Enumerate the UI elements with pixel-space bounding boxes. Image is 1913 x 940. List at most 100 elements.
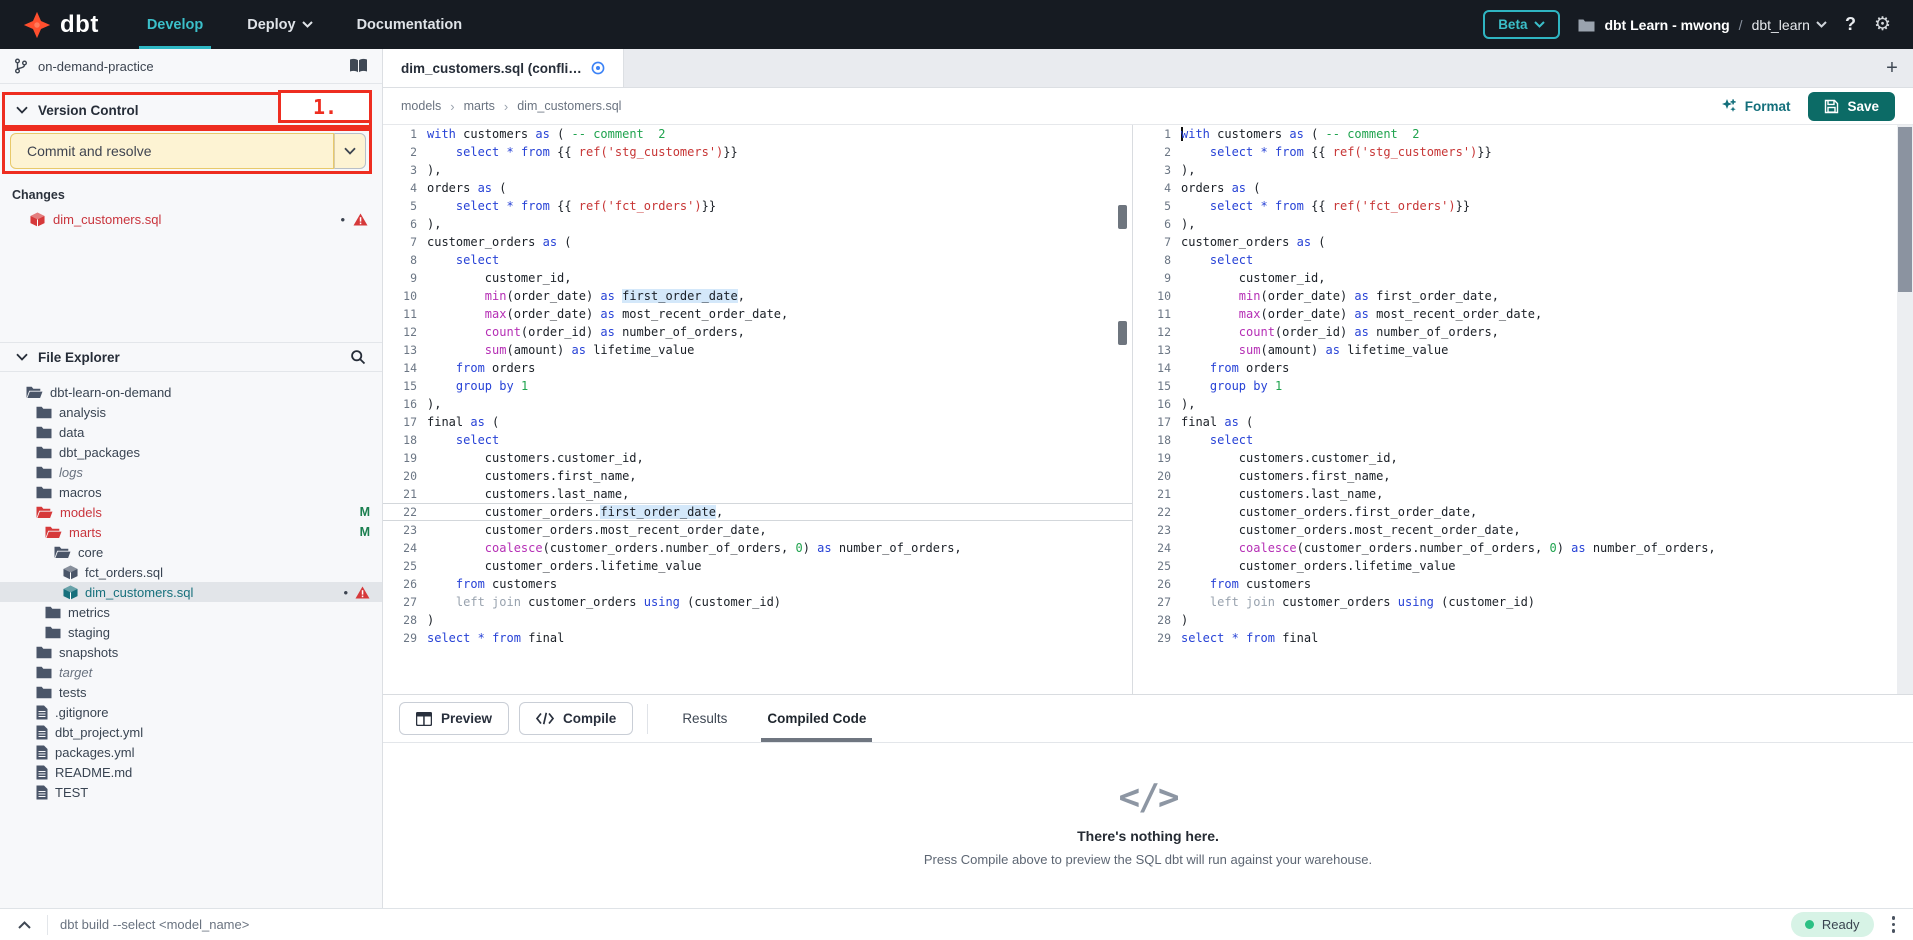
breadcrumb-item-models[interactable]: models [401,99,441,113]
commit-options-button[interactable] [334,133,366,169]
code-text: coalesce(customer_orders.number_of_order… [1181,541,1716,555]
tree-item-metrics[interactable]: metrics [0,602,382,622]
status-bar: dbt build --select <model_name> Ready [0,908,1913,940]
tree-item-analysis[interactable]: analysis [0,402,382,422]
editor-pane-right[interactable]: 1with customers as ( -- comment 22 selec… [1133,125,1896,694]
line-number: 10 [383,289,427,303]
beta-label: Beta [1498,17,1527,32]
line-number: 20 [1133,469,1181,483]
tree-item-dbt_packages[interactable]: dbt_packages [0,442,382,462]
tab-dim-customers[interactable]: dim_customers.sql (confli… [383,49,624,87]
tree-item-target[interactable]: target [0,662,382,682]
line-number: 1 [1133,127,1181,141]
tree-item-core[interactable]: core [0,542,382,562]
code-line: 14 from orders [1133,359,1896,377]
dbt-logo-icon [22,10,52,40]
kebab-menu-icon[interactable] [1886,916,1902,933]
tree-item-marts[interactable]: martsM [0,522,382,542]
status-badge: Ready [1791,912,1874,937]
tree-item-models[interactable]: modelsM [0,502,382,522]
save-floppy-icon [1824,99,1839,114]
line-number: 1 [383,127,427,141]
search-icon[interactable] [350,349,366,365]
code-text: group by 1 [427,379,528,393]
tree-item-README.md[interactable]: README.md [0,762,382,782]
left-pane-scroll-marker[interactable] [1118,321,1127,345]
command-input[interactable]: dbt build --select <model_name> [60,917,1791,932]
gear-icon[interactable]: ⚙ [1874,15,1891,34]
modified-badge: M [360,525,370,539]
tree-item-TEST[interactable]: TEST [0,782,382,802]
account-name[interactable]: dbt Learn - mwong [1604,17,1729,33]
nav-item-documentation[interactable]: Documentation [335,0,485,49]
code-text: customer_orders.most_recent_order_date, [1181,523,1521,537]
tree-item-logs[interactable]: logs [0,462,382,482]
breadcrumb-item-dim_customers.sql[interactable]: dim_customers.sql [517,99,621,113]
file-icon [36,785,48,800]
panel-tab-label: Compiled Code [767,711,866,726]
commit-and-resolve-button[interactable]: Commit and resolve [10,133,334,169]
tree-item-macros[interactable]: macros [0,482,382,502]
tree-item-snapshots[interactable]: snapshots [0,642,382,662]
file-icon [36,725,48,740]
line-number: 2 [1133,145,1181,159]
project-selector[interactable]: dbt_learn [1752,17,1827,33]
tree-item-dbt-learn-on-demand[interactable]: dbt-learn-on-demand [0,382,382,402]
code-line: 16), [1133,395,1896,413]
dbt-logo[interactable]: dbt [0,10,125,40]
line-number: 6 [1133,217,1181,231]
tree-item-dbt_project.yml[interactable]: dbt_project.yml [0,722,382,742]
code-line: 18 select [383,431,1132,449]
nav-items: DevelopDeployDocumentation [125,0,484,49]
nav-item-develop[interactable]: Develop [125,0,225,49]
new-tab-button[interactable]: + [1881,57,1903,79]
tree-item-fct_orders.sql[interactable]: fct_orders.sql [0,562,382,582]
line-number: 23 [1133,523,1181,537]
tree-item-label: dbt-learn-on-demand [50,385,171,400]
tree-item-staging[interactable]: staging [0,622,382,642]
expand-console-icon[interactable] [12,921,37,929]
file-icon [36,705,48,720]
code-line: 23 customer_orders.most_recent_order_dat… [1133,521,1896,539]
breadcrumb-item-marts[interactable]: marts [464,99,495,113]
left-pane-scroll-marker[interactable] [1118,205,1127,229]
code-line: 19 customers.customer_id, [383,449,1132,467]
beta-button[interactable]: Beta [1483,10,1560,39]
line-number: 21 [1133,487,1181,501]
format-button[interactable]: Format [1721,98,1791,114]
tree-item-tests[interactable]: tests [0,682,382,702]
code-text: max(order_date) as most_recent_order_dat… [1181,307,1542,321]
compile-button[interactable]: Compile [519,702,633,735]
tree-item-.gitignore[interactable]: .gitignore [0,702,382,722]
file-explorer-header[interactable]: File Explorer [0,342,382,372]
line-number: 17 [383,415,427,429]
nav-item-deploy[interactable]: Deploy [225,0,334,49]
right-pane-scrollbar[interactable] [1897,125,1913,694]
change-row-dim_customers.sql[interactable]: dim_customers.sql• [0,207,382,231]
editor-actions: Format Save [1721,92,1895,121]
panel-tab-results[interactable]: Results [662,695,747,742]
save-button[interactable]: Save [1808,92,1895,121]
code-text: customers.first_name, [427,469,637,483]
code-text: orders as ( [427,181,506,195]
warning-icon [353,213,368,226]
main-area: dim_customers.sql (confli… + models›mart… [383,49,1913,908]
code-line: 9 customer_id, [1133,269,1896,287]
folder-icon [1578,18,1595,32]
nav-right: Beta dbt Learn - mwong / dbt_learn ? ⚙ [1483,10,1913,39]
tree-item-dim_customers.sql[interactable]: dim_customers.sql• [0,582,382,602]
tree-item-packages.yml[interactable]: packages.yml [0,742,382,762]
panel-tab-compiled-code[interactable]: Compiled Code [747,695,886,742]
code-line: 29select * from final [383,629,1132,647]
preview-button[interactable]: Preview [399,702,509,735]
tab-title: dim_customers.sql (confli… [401,61,582,76]
branch-row[interactable]: on-demand-practice [0,49,382,84]
folder-icon [36,446,52,459]
tree-item-label: README.md [55,765,132,780]
editor-pane-left[interactable]: 1with customers as ( -- comment 22 selec… [383,125,1132,694]
right-pane-scroll-thumb[interactable] [1898,127,1912,292]
docs-book-icon[interactable] [349,58,368,74]
help-icon[interactable]: ? [1845,14,1856,35]
code-text: customer_id, [427,271,572,285]
tree-item-data[interactable]: data [0,422,382,442]
